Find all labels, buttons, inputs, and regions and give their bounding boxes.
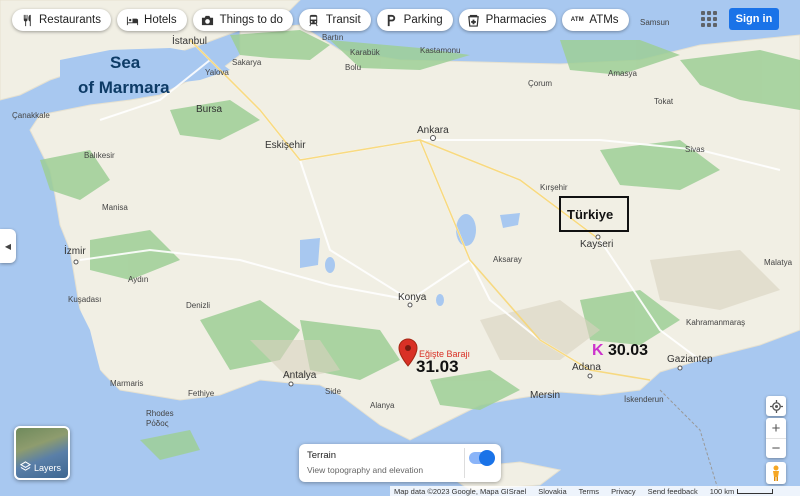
city-label: Amasya xyxy=(608,69,637,78)
terrain-subtitle: View topography and elevation xyxy=(307,465,424,475)
privacy-link[interactable]: Privacy xyxy=(611,487,636,496)
city-label: Mersin xyxy=(530,390,560,401)
layers-button[interactable]: Layers xyxy=(14,426,70,480)
city-label: Kırşehir xyxy=(540,183,568,192)
city-label: Karabük xyxy=(350,48,381,57)
chip-parking[interactable]: Parking xyxy=(376,9,453,31)
collapse-panel-button[interactable]: ◀ xyxy=(0,229,16,263)
city-label: Çanakkale xyxy=(12,111,50,120)
city-label: Alanya xyxy=(370,401,395,410)
city-label: Kayseri xyxy=(580,239,613,250)
chip-pharmacies[interactable]: Pharmacies xyxy=(458,9,557,31)
bed-icon xyxy=(125,13,139,27)
city-label: Aksaray xyxy=(493,255,522,264)
chip-restaurants[interactable]: Restaurants xyxy=(12,9,112,31)
city-label: Bolu xyxy=(345,63,361,72)
terms-link[interactable]: Terms xyxy=(579,487,599,496)
train-icon xyxy=(307,13,321,27)
city-label: Sivas xyxy=(685,145,705,154)
city-label: Bartın xyxy=(322,33,343,42)
my-location-button[interactable] xyxy=(766,396,786,416)
city-label: Bursa xyxy=(196,104,223,115)
pharmacy-icon xyxy=(467,13,481,27)
city-label: Fethiye xyxy=(188,389,215,398)
city-label: Balıkesir xyxy=(84,151,115,160)
city-label: Konya xyxy=(398,292,427,303)
city-label: Kastamonu xyxy=(420,46,460,55)
city-label: Ankara xyxy=(417,125,449,136)
zoom-in-button[interactable]: + xyxy=(766,418,786,438)
sea-label-line2: of Marmara xyxy=(78,78,170,97)
chevron-left-icon: ◀ xyxy=(4,241,12,251)
chip-label: ATMs xyxy=(589,14,619,26)
street-view-pegman-icon[interactable] xyxy=(766,462,786,484)
city-label: Kahramanmaraş xyxy=(686,318,745,327)
sign-in-button[interactable]: Sign in xyxy=(729,8,779,30)
chip-label: Things to do xyxy=(219,14,283,26)
zoom-controls: + − xyxy=(766,418,786,458)
chip-label: Pharmacies xyxy=(485,14,547,26)
chip-label: Restaurants xyxy=(39,14,102,26)
city-label: Tokat xyxy=(654,97,674,106)
city-label: Manisa xyxy=(102,203,128,212)
camera-icon xyxy=(201,13,215,27)
parking-icon xyxy=(385,13,399,27)
chip-things-to-do[interactable]: Things to do xyxy=(192,9,293,31)
chip-transit[interactable]: Transit xyxy=(298,9,371,31)
city-label: Sakarya xyxy=(232,58,262,67)
city-label: Çorum xyxy=(528,79,552,88)
terrain-card[interactable]: Terrain View topography and elevation xyxy=(299,444,501,482)
pin-label[interactable]: Eğişte Barajı xyxy=(419,349,470,359)
city-label: Eskişehir xyxy=(265,140,306,151)
chip-label: Transit xyxy=(325,14,361,26)
city-label: Marmaris xyxy=(110,379,143,388)
city-label: Malatya xyxy=(764,258,793,267)
scale-label: 100 km xyxy=(709,486,735,496)
apps-grid-icon[interactable] xyxy=(701,11,717,27)
fork-knife-icon xyxy=(20,13,34,27)
plus-icon: + xyxy=(771,419,781,437)
country-label: Türkiye xyxy=(567,207,613,222)
map-canvas[interactable]: Samsun İstanbul Bartın Karabük Bolu Kast… xyxy=(0,0,800,496)
map-footer: Map data ©2023 Google, Mapa GISrael Slov… xyxy=(390,486,800,496)
atm-icon: ATM xyxy=(570,17,584,23)
layers-label: Layers xyxy=(34,462,62,473)
terrain-toggle[interactable] xyxy=(469,450,495,466)
value-label-east: 30.03 xyxy=(608,342,648,359)
marker-letter: K xyxy=(592,342,604,359)
city-label: İskenderun xyxy=(624,395,664,404)
city-label: Rhodes xyxy=(146,409,174,418)
chip-label: Parking xyxy=(403,14,443,26)
chip-label: Hotels xyxy=(144,14,177,26)
city-label: Gaziantep xyxy=(667,354,713,365)
city-label: Kuşadası xyxy=(68,295,101,304)
map-data-credit: Map data ©2023 Google, Mapa GISrael xyxy=(394,486,527,496)
city-label: Aydın xyxy=(128,275,148,284)
crosshair-icon xyxy=(769,399,783,413)
chip-atms[interactable]: ATM ATMs xyxy=(562,9,629,31)
layers-icon xyxy=(19,461,32,474)
city-label: Adana xyxy=(572,362,601,373)
send-feedback-link[interactable]: Send feedback xyxy=(648,487,698,496)
chip-hotels[interactable]: Hotels xyxy=(117,9,187,31)
terrain-title: Terrain xyxy=(307,450,337,461)
zoom-out-button[interactable]: − xyxy=(766,438,786,458)
city-label: İzmir xyxy=(64,244,86,257)
scale-indicator[interactable]: 100 km xyxy=(710,487,774,496)
category-chip-bar: Restaurants Hotels Things to do Transit … xyxy=(12,9,629,31)
city-label: İstanbul xyxy=(172,34,207,47)
region-link[interactable]: Slovakia xyxy=(538,487,566,496)
city-label: Antalya xyxy=(283,370,317,381)
city-label: Side xyxy=(325,387,342,396)
city-label: Denizli xyxy=(186,301,210,310)
city-label: Ρόδος xyxy=(146,419,169,428)
value-label-west: 31.03 xyxy=(416,357,459,376)
minus-icon: − xyxy=(771,440,781,457)
city-label: Samsun xyxy=(640,18,669,27)
sea-label-line1: Sea xyxy=(110,53,141,72)
city-label: Yalova xyxy=(205,68,229,77)
